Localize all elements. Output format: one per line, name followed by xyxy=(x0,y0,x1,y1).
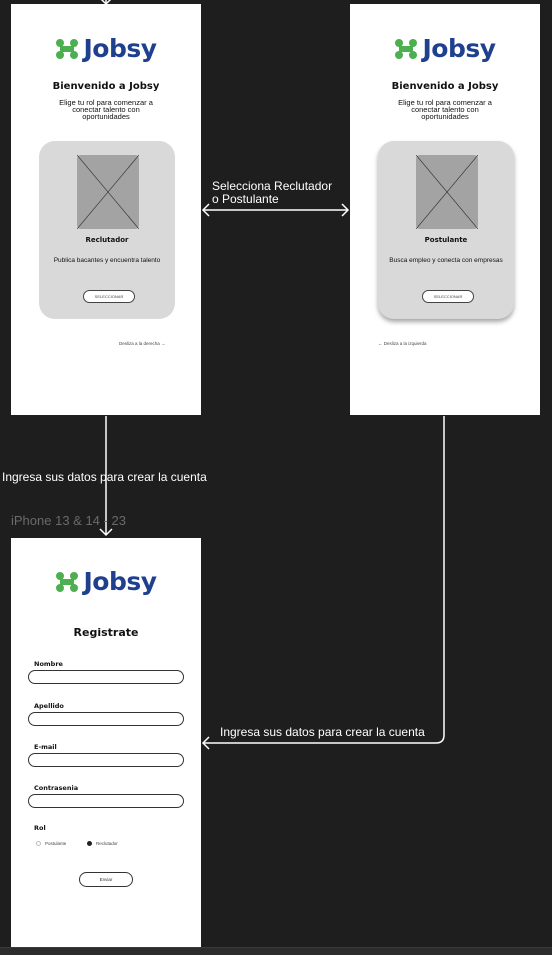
recruiter-screen: Jobsy Bienvenido a Jobsy Elige tu rol pa… xyxy=(11,4,201,415)
radio-postulante[interactable]: Postulante xyxy=(36,841,66,846)
submit-button[interactable]: Enviar xyxy=(79,872,133,887)
welcome-title: Bienvenido a Jobsy xyxy=(391,81,499,92)
role-label: Rol xyxy=(34,824,46,832)
welcome-subtitle: Elige tu rol para comenzar a conectar ta… xyxy=(59,98,153,121)
radio-reclutador[interactable]: Reclutador xyxy=(87,841,118,846)
password-field[interactable] xyxy=(28,794,184,808)
jobsy-logo: Jobsy xyxy=(350,34,540,63)
role-description: Publica bacantes y encuentra talento xyxy=(53,257,161,264)
flow-label-register-left: Ingresa sus datos para crear la cuenta xyxy=(2,470,207,484)
swipe-hint: Desliza a la derecha → xyxy=(119,341,166,346)
jobsy-logo-icon xyxy=(56,38,79,59)
frame-label: iPhone 13 & 14 - 23 xyxy=(11,513,126,528)
applicant-screen: Jobsy Bienvenido a Jobsy Elige tu rol pa… xyxy=(350,4,540,415)
field-label-apellido: Apellido xyxy=(34,702,64,710)
apellido-field[interactable] xyxy=(28,712,184,726)
jobsy-logo: Jobsy xyxy=(11,34,201,63)
register-screen: Jobsy Registrate Nombre Apellido E-mail … xyxy=(11,538,201,947)
flow-label-register-right: Ingresa sus datos para crear la cuenta xyxy=(220,725,425,739)
swipe-hint: ← Desliza a la izquierda xyxy=(378,341,427,346)
nombre-field[interactable] xyxy=(28,670,184,684)
jobsy-logo: Jobsy xyxy=(11,567,201,596)
radio-button-selected[interactable] xyxy=(87,841,92,846)
welcome-subtitle: Elige tu rol para comenzar a conectar ta… xyxy=(398,98,492,121)
register-title: Registrate xyxy=(73,626,139,639)
jobsy-logo-icon xyxy=(56,571,79,592)
logo-text: Jobsy xyxy=(422,34,496,63)
role-title: Postulante xyxy=(424,236,468,244)
field-label-password: Contrasenia xyxy=(34,784,79,792)
image-placeholder xyxy=(416,155,478,229)
radio-label: Reclutador xyxy=(96,841,118,846)
field-label-email: E-mail xyxy=(34,743,57,751)
logo-text: Jobsy xyxy=(83,34,157,63)
radio-button[interactable] xyxy=(36,841,41,846)
role-card-recruiter[interactable]: Reclutador Publica bacantes y encuentra … xyxy=(39,141,175,319)
email-field[interactable] xyxy=(28,753,184,767)
logo-text: Jobsy xyxy=(83,567,157,596)
connector-elbow xyxy=(203,416,445,744)
jobsy-logo-icon xyxy=(395,38,418,59)
role-description: Busca empleo y conecta con empresas xyxy=(389,257,503,264)
role-card-applicant[interactable]: Postulante Busca empleo y conecta con em… xyxy=(378,141,514,319)
flow-label-swap: Selecciona Reclutador o Postulante xyxy=(212,179,333,206)
select-button[interactable]: SELECCIONAR xyxy=(422,290,474,303)
image-placeholder xyxy=(77,155,139,229)
welcome-title: Bienvenido a Jobsy xyxy=(52,81,160,92)
field-label-nombre: Nombre xyxy=(34,660,63,668)
select-button[interactable]: SELECCIONAR xyxy=(83,290,135,303)
role-title: Reclutador xyxy=(85,236,129,244)
radio-label: Postulante xyxy=(45,841,67,846)
